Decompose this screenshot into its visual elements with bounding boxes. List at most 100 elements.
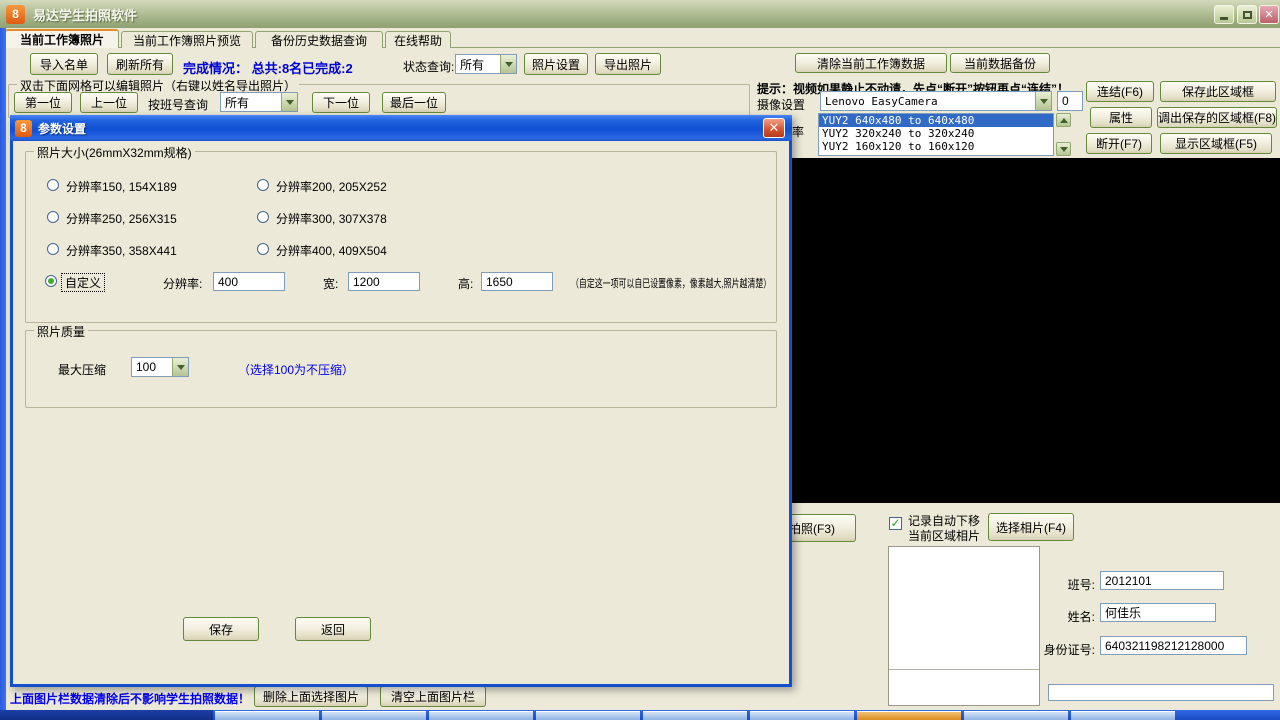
close-button[interactable]: ✕ — [1259, 5, 1279, 24]
auto-move-checkbox[interactable]: ✓ — [889, 517, 902, 530]
radio-res300-label: 分辨率300, 307X378 — [276, 212, 387, 226]
main-window-title: 易达学生拍照软件 — [33, 7, 138, 23]
photo-quality-group-label: 照片质量 — [34, 323, 89, 340]
format-list-item[interactable]: YUY2 640x480 to 640x480 — [819, 114, 1053, 127]
radio-res400[interactable] — [257, 243, 269, 255]
select-photo-button[interactable]: 选择相片(F4) — [988, 513, 1074, 541]
camera-settings-label: 摄像设置 — [757, 98, 806, 112]
refresh-all-button[interactable]: 刷新所有 — [107, 53, 173, 75]
id-number-label: 身份证号: — [1043, 643, 1095, 657]
main-window-titlebar: 8 易达学生拍照软件 — [0, 0, 1280, 28]
student-name-field[interactable]: 何佳乐 — [1100, 603, 1216, 622]
back-button[interactable]: 返回 — [295, 617, 371, 641]
class-query-dropdown[interactable]: 所有 — [220, 92, 298, 112]
photo-size-group-label: 照片大小(26mmX32mm规格) — [34, 144, 195, 161]
camera-format-listbox: YUY2 640x480 to 640x480 YUY2 320x240 to … — [818, 113, 1054, 156]
save-button[interactable]: 保存 — [183, 617, 259, 641]
prev-record-button[interactable]: 上一位 — [80, 92, 138, 113]
format-list-item[interactable]: YUY2 320x240 to 320x240 — [819, 127, 1053, 140]
app-icon: 8 — [6, 4, 25, 24]
delete-selected-image-button[interactable]: 删除上面选择图片 — [254, 686, 368, 707]
first-record-button[interactable]: 第一位 — [14, 92, 72, 113]
backup-current-data-button[interactable]: 当前数据备份 — [950, 53, 1050, 73]
radio-res300[interactable] — [257, 211, 269, 223]
radio-res150[interactable] — [47, 179, 59, 191]
class-query-value: 所有 — [225, 95, 250, 110]
max-compress-dropdown[interactable]: 100 — [131, 357, 189, 377]
clear-workbook-data-button[interactable]: 清除当前工作簿数据 — [795, 53, 947, 73]
taskbar-button[interactable] — [322, 711, 426, 720]
custom-width-label: 宽: — [323, 277, 339, 291]
connect-button[interactable]: 连结(F6) — [1086, 81, 1154, 102]
radio-res350[interactable] — [47, 243, 59, 255]
image-bar-note: 上面图片栏数据清除后不影响学生拍照数据！ — [10, 692, 251, 706]
maximize-icon — [1242, 10, 1252, 19]
scroll-up-button[interactable] — [1056, 113, 1071, 127]
taskbar-button[interactable] — [215, 711, 319, 720]
close-icon: ✕ — [1264, 9, 1274, 21]
properties-button[interactable]: 属性 — [1090, 107, 1152, 128]
chevron-down-icon[interactable] — [281, 93, 297, 111]
class-number-label: 班号: — [1067, 578, 1095, 592]
arrow-down-icon — [1059, 146, 1068, 152]
chevron-down-icon[interactable] — [1035, 92, 1051, 110]
taskbar-button[interactable] — [964, 711, 1068, 720]
export-photos-button[interactable]: 导出照片 — [595, 53, 661, 75]
save-region-button[interactable]: 保存此区域框 — [1160, 81, 1276, 102]
recall-region-button[interactable]: 调出保存的区域框(F8) — [1157, 107, 1277, 128]
tab-workbook-photo-preview[interactable]: 当前工作簿照片预览 — [121, 31, 253, 48]
last-record-button[interactable]: 最后一位 — [382, 92, 446, 113]
class-query-label: 按班号查询 — [148, 98, 209, 112]
chevron-down-icon[interactable] — [500, 55, 516, 73]
camera-counter-field[interactable]: 0 — [1057, 91, 1083, 111]
id-number-field[interactable]: 640321198212128000 — [1100, 636, 1247, 655]
dialog-title: 参数设置 — [38, 121, 87, 136]
extra-field[interactable] — [1048, 684, 1274, 701]
student-name-label: 姓名: — [1067, 610, 1095, 624]
show-region-button[interactable]: 显示区域框(F5) — [1160, 133, 1272, 154]
class-number-field[interactable]: 2012101 — [1100, 571, 1224, 590]
compress-note: （选择100为不压缩） — [238, 363, 355, 377]
maximize-button[interactable] — [1237, 5, 1257, 24]
taskbar-button[interactable] — [750, 711, 854, 720]
taskbar-button[interactable] — [643, 711, 747, 720]
clear-image-bar-button[interactable]: 清空上面图片栏 — [380, 686, 486, 707]
max-compress-value: 100 — [136, 360, 157, 374]
taskbar-button[interactable] — [1071, 711, 1175, 720]
photo-size-group: 照片大小(26mmX32mm规格) — [25, 144, 777, 323]
scroll-down-button[interactable] — [1056, 142, 1071, 156]
custom-res-field[interactable]: 400 — [213, 272, 285, 291]
chevron-down-icon[interactable] — [172, 358, 188, 376]
status-query-value: 所有 — [460, 57, 485, 72]
taskbar-button[interactable] — [536, 711, 640, 720]
radio-res250[interactable] — [47, 211, 59, 223]
import-list-button[interactable]: 导入名单 — [30, 53, 98, 75]
tab-backup-history-query[interactable]: 备份历史数据查询 — [255, 31, 383, 48]
dialog-close-button[interactable]: ✕ — [763, 118, 785, 138]
custom-height-field[interactable]: 1650 — [481, 272, 553, 291]
format-list-item[interactable]: YUY2 160x120 to 160x120 — [819, 140, 1053, 153]
disconnect-button[interactable]: 断开(F7) — [1086, 133, 1152, 154]
left-edge-strip — [0, 28, 6, 710]
radio-custom[interactable] — [45, 275, 57, 287]
radio-res200[interactable] — [257, 179, 269, 191]
tab-online-help[interactable]: 在线帮助 — [385, 31, 451, 48]
dialog-app-icon: 8 — [15, 119, 32, 137]
status-query-dropdown[interactable]: 所有 — [455, 54, 517, 74]
taskbar-button-active[interactable] — [857, 711, 961, 720]
photo-list-panel[interactable] — [888, 546, 1040, 706]
tab-current-workbook-photos[interactable]: 当前工作簿照片 — [5, 29, 119, 48]
next-record-button[interactable]: 下一位 — [312, 92, 370, 113]
camera-device-dropdown[interactable]: Lenovo EasyCamera — [820, 91, 1052, 111]
resolution-partial-label: 率 — [792, 125, 805, 139]
radio-res150-label: 分辨率150, 154X189 — [66, 180, 177, 194]
custom-width-field[interactable]: 1200 — [348, 272, 420, 291]
start-button-area[interactable] — [0, 710, 213, 720]
camera-video-area — [790, 158, 1280, 503]
taskbar-button[interactable] — [429, 711, 533, 720]
photo-settings-button[interactable]: 照片设置 — [524, 53, 588, 75]
custom-note: （自定这一项可以自已设置像素，像素越大,照片越清楚） — [571, 278, 772, 290]
radio-res200-label: 分辨率200, 205X252 — [276, 180, 387, 194]
minimize-button[interactable] — [1214, 5, 1234, 24]
custom-label[interactable]: 自定义 — [61, 273, 106, 292]
